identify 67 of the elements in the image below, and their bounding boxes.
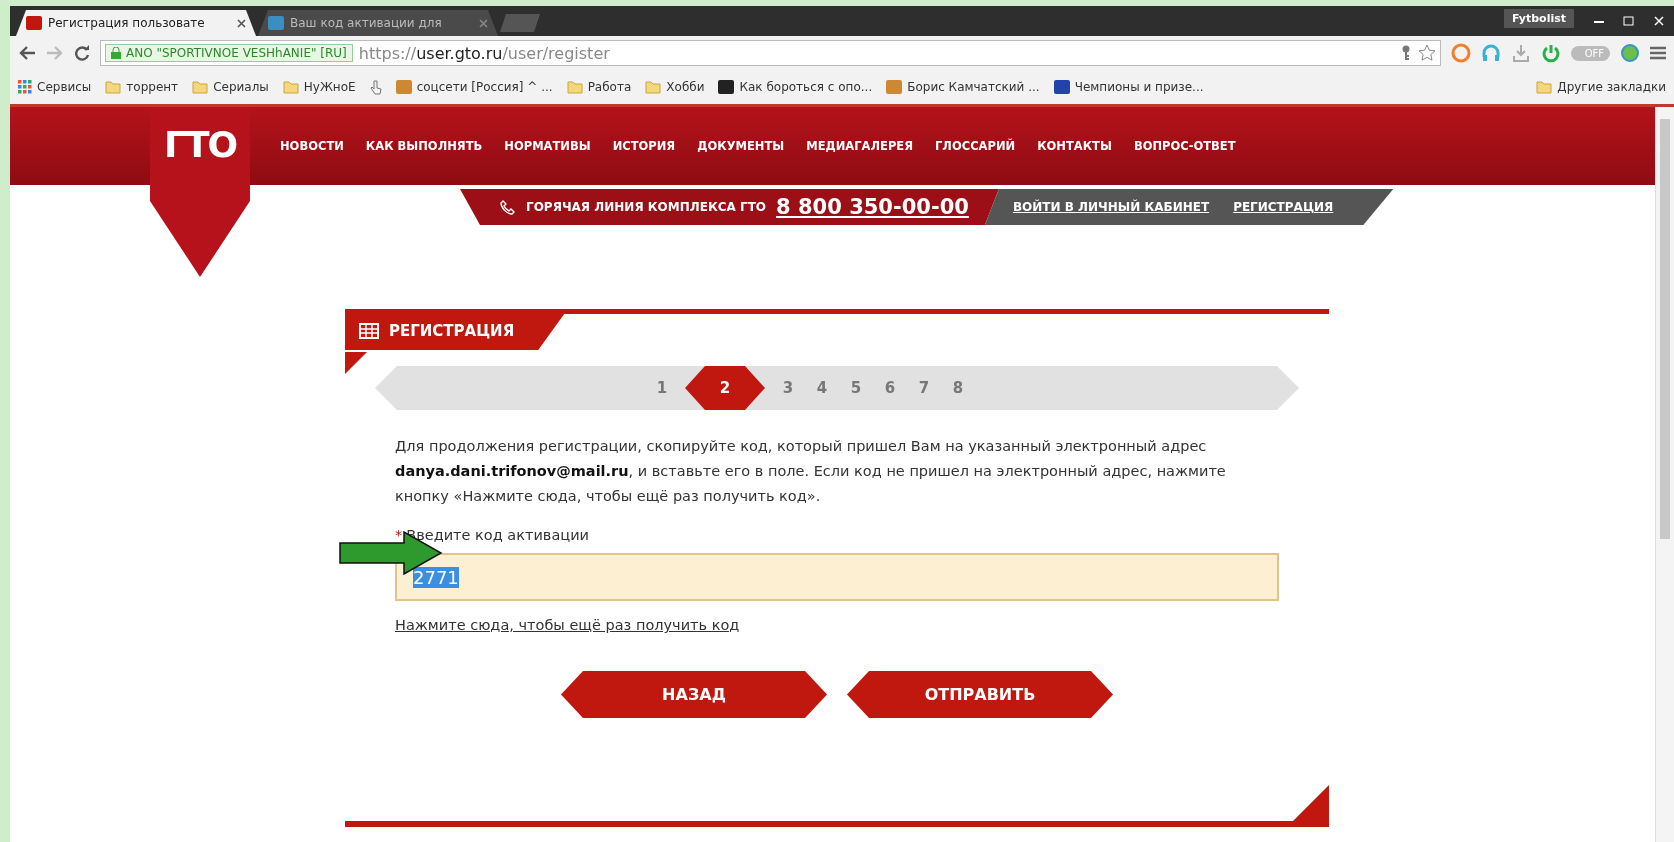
- folder-icon: [645, 80, 662, 94]
- identity-badge[interactable]: ANO "SPORTIVNOE VESHhANIE" [RU]: [105, 44, 353, 62]
- url-text: https://user.gto.ru/user/register: [358, 43, 610, 63]
- favicon-icon: [26, 16, 42, 30]
- back-icon[interactable]: [18, 45, 36, 61]
- form-icon: [359, 323, 379, 339]
- browser-tab[interactable]: Регистрация пользовате: [16, 10, 256, 36]
- profile-name[interactable]: Fytbolist: [1503, 9, 1574, 28]
- form-button[interactable]: ОТПРАВИТЬ: [847, 671, 1113, 718]
- site-icon: [1053, 80, 1070, 94]
- other-bookmarks[interactable]: Другие закладки: [1536, 80, 1666, 94]
- card-title: РЕГИСТРАЦИЯ: [345, 314, 565, 350]
- download-icon[interactable]: [1510, 43, 1531, 63]
- nav-link[interactable]: МЕДИАГАЛЕРЕЯ: [806, 139, 914, 153]
- bookmark[interactable]: Хобби: [645, 80, 705, 94]
- folder-icon: [282, 80, 299, 94]
- menu-icon[interactable]: [1650, 46, 1666, 60]
- site-logo[interactable]: ГТО: [163, 127, 237, 163]
- nav-link[interactable]: ВОПРОС-ОТВЕТ: [1133, 139, 1236, 153]
- browser-tab[interactable]: Ваш код активации для: [258, 10, 498, 36]
- phone-link[interactable]: 8 800 350-00-00: [776, 195, 969, 219]
- account-link[interactable]: РЕГИСТРАЦИЯ: [1233, 200, 1334, 214]
- hotline-label: ГОРЯЧАЯ ЛИНИЯ КОМПЛЕКСА ГТО: [526, 200, 767, 214]
- nav-link[interactable]: НОВОСТИ: [280, 139, 344, 153]
- folder-icon: [105, 80, 122, 94]
- bookmark[interactable]: НуЖноЕ: [282, 80, 356, 94]
- lock-icon: [111, 47, 121, 59]
- close-icon[interactable]: [237, 18, 246, 28]
- extension-icon[interactable]: [1450, 43, 1471, 63]
- nav-link[interactable]: ДОКУМЕНТЫ: [697, 139, 785, 153]
- bookmark[interactable]: Как бороться с опо...: [718, 80, 873, 94]
- power-icon[interactable]: [1540, 43, 1561, 63]
- scrollbar[interactable]: [1655, 107, 1674, 842]
- bookmark[interactable]: Борис Камчатский ...: [886, 80, 1040, 94]
- form-button[interactable]: НАЗАД: [561, 671, 827, 718]
- folder-icon: [1536, 80, 1553, 94]
- site-icon: [395, 80, 412, 94]
- star-icon[interactable]: [1417, 44, 1436, 62]
- favicon-icon: [268, 16, 284, 30]
- folder-icon: [192, 80, 209, 94]
- nav-link[interactable]: ГЛОССАРИЙ: [935, 139, 1016, 153]
- nav-link[interactable]: НОРМАТИВЫ: [504, 139, 591, 153]
- address-bar[interactable]: ANO "SPORTIVNOE VESHhANIE" [RU] https://user.gto.ru/user/register: [100, 40, 1441, 66]
- bookmark[interactable]: соцсети [Россия] ^ ...: [395, 80, 553, 94]
- reload-icon[interactable]: [74, 45, 90, 61]
- forward-icon[interactable]: [46, 45, 64, 61]
- nav-link[interactable]: КОНТАКТЫ: [1037, 139, 1112, 153]
- globe-icon[interactable]: [1620, 43, 1640, 63]
- resend-code-link[interactable]: Нажмите сюда, чтобы ещё раз получить код: [395, 617, 740, 633]
- instructions-text: Для продолжения регистрации, скопируйте код, который пришел Вам на указанный электронный адрес danya.dani.trifonov@mail.ru, и вставьте его в поле. Если код не пришел на электронный адрес, нажмите кнопку «Нажмите сюда, чтобы ещё раз получить код».: [395, 437, 1227, 506]
- nav-link[interactable]: ИСТОРИЯ: [612, 139, 676, 153]
- step[interactable]: 2: [685, 366, 765, 410]
- headphones-icon[interactable]: [1480, 43, 1501, 63]
- bookmark[interactable]: Сервисы: [18, 80, 92, 94]
- bookmark[interactable]: Чемпионы и призе...: [1053, 80, 1204, 94]
- bookmark[interactable]: Сериалы: [192, 80, 269, 94]
- nav-link[interactable]: КАК ВЫПОЛНЯТЬ: [365, 139, 483, 153]
- new-tab-button[interactable]: [500, 14, 540, 32]
- folder-icon: [566, 80, 583, 94]
- apps-grid-icon: [18, 80, 32, 94]
- phone-icon: [500, 199, 516, 215]
- site-icon: [718, 80, 735, 94]
- account-link[interactable]: ВОЙТИ В ЛИЧНЫЙ КАБИНЕТ: [1012, 200, 1210, 214]
- bookmark[interactable]: торрент: [105, 80, 179, 94]
- pointer-icon: [369, 79, 382, 95]
- site-icon: [886, 80, 903, 94]
- bookmark[interactable]: Работа: [566, 80, 632, 94]
